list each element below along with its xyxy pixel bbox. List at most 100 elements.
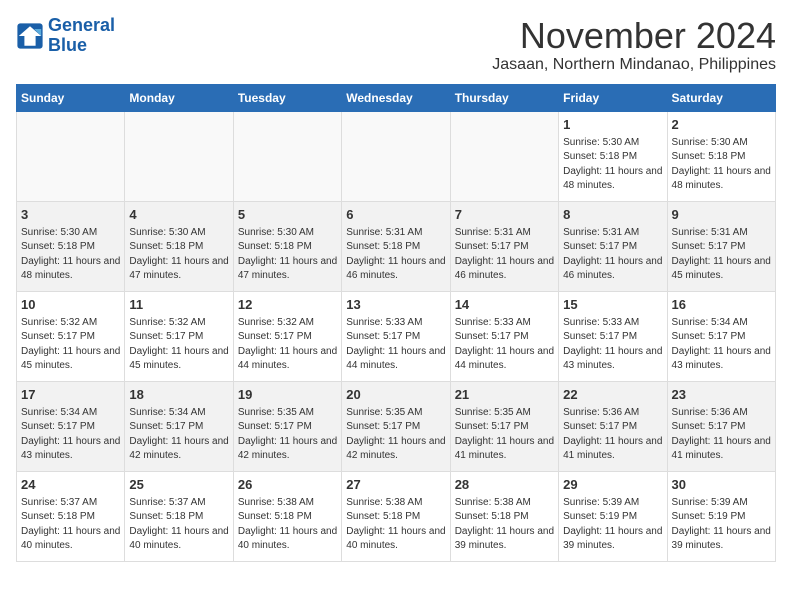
calendar-cell-w2-d1: 4 Sunrise: 5:30 AMSunset: 5:18 PMDaylight… [125, 201, 233, 291]
day-info: Sunrise: 5:30 AMSunset: 5:18 PMDaylight:… [129, 227, 228, 282]
calendar-cell-w1-d3 [342, 111, 450, 201]
calendar-cell-w4-d2: 19 Sunrise: 5:35 AMSunset: 5:17 PMDayligh… [233, 381, 341, 471]
day-info: Sunrise: 5:30 AMSunset: 5:18 PMDaylight:… [21, 227, 120, 282]
calendar-cell-w5-d0: 24 Sunrise: 5:37 AMSunset: 5:18 PMDayligh… [17, 471, 125, 561]
logo-icon [16, 22, 44, 50]
calendar-cell-w5-d2: 26 Sunrise: 5:38 AMSunset: 5:18 PMDayligh… [233, 471, 341, 561]
calendar-cell-w3-d5: 15 Sunrise: 5:33 AMSunset: 5:17 PMDayligh… [559, 291, 667, 381]
day-number: 22 [563, 386, 662, 404]
day-info: Sunrise: 5:33 AMSunset: 5:17 PMDaylight:… [455, 317, 554, 372]
day-number: 16 [672, 296, 771, 314]
day-info: Sunrise: 5:35 AMSunset: 5:17 PMDaylight:… [238, 407, 337, 462]
header-tuesday: Tuesday [233, 84, 341, 111]
calendar-cell-w2-d6: 9Sunrise: 5:31 AMSunset: 5:17 PMDaylight… [667, 201, 775, 291]
day-info: Sunrise: 5:36 AMSunset: 5:17 PMDaylight:… [672, 407, 771, 462]
calendar-cell-w2-d4: 7Sunrise: 5:31 AMSunset: 5:17 PMDaylight… [450, 201, 558, 291]
day-number: 2 [672, 116, 771, 134]
calendar-cell-w3-d4: 14 Sunrise: 5:33 AMSunset: 5:17 PMDayligh… [450, 291, 558, 381]
calendar-cell-w5-d5: 29 Sunrise: 5:39 AMSunset: 5:19 PMDayligh… [559, 471, 667, 561]
calendar-cell-w4-d1: 18 Sunrise: 5:34 AMSunset: 5:17 PMDayligh… [125, 381, 233, 471]
page-header: General Blue November 2024 Jasaan, North… [16, 16, 776, 74]
day-number: 18 [129, 386, 228, 404]
day-info: Sunrise: 5:38 AMSunset: 5:18 PMDaylight:… [455, 497, 554, 552]
day-info: Sunrise: 5:30 AMSunset: 5:18 PMDaylight:… [672, 137, 771, 192]
day-info: Sunrise: 5:38 AMSunset: 5:18 PMDaylight:… [346, 497, 445, 552]
calendar-cell-w4-d0: 17 Sunrise: 5:34 AMSunset: 5:17 PMDayligh… [17, 381, 125, 471]
day-number: 3 [21, 206, 120, 224]
weekday-header-row: Sunday Monday Tuesday Wednesday Thursday… [17, 84, 776, 111]
calendar-cell-w2-d0: 3 Sunrise: 5:30 AMSunset: 5:18 PMDaylight… [17, 201, 125, 291]
day-number: 29 [563, 476, 662, 494]
day-info: Sunrise: 5:39 AMSunset: 5:19 PMDaylight:… [563, 497, 662, 552]
day-number: 23 [672, 386, 771, 404]
calendar-table: Sunday Monday Tuesday Wednesday Thursday… [16, 84, 776, 562]
calendar-cell-w3-d1: 11Sunrise: 5:32 AMSunset: 5:17 PMDayligh… [125, 291, 233, 381]
calendar-cell-w5-d3: 27 Sunrise: 5:38 AMSunset: 5:18 PMDayligh… [342, 471, 450, 561]
logo: General Blue [16, 16, 115, 56]
day-number: 8 [563, 206, 662, 224]
logo-text: General Blue [48, 16, 115, 56]
title-area: November 2024 Jasaan, Northern Mindanao,… [492, 16, 776, 74]
calendar-cell-w2-d2: 5 Sunrise: 5:30 AMSunset: 5:18 PMDaylight… [233, 201, 341, 291]
day-number: 24 [21, 476, 120, 494]
day-number: 10 [21, 296, 120, 314]
day-info: Sunrise: 5:33 AMSunset: 5:17 PMDaylight:… [563, 317, 662, 372]
day-info: Sunrise: 5:30 AMSunset: 5:18 PMDaylight:… [238, 227, 337, 282]
day-number: 17 [21, 386, 120, 404]
calendar-cell-w3-d3: 13Sunrise: 5:33 AMSunset: 5:17 PMDayligh… [342, 291, 450, 381]
day-info: Sunrise: 5:31 AMSunset: 5:18 PMDaylight:… [346, 227, 445, 282]
day-info: Sunrise: 5:37 AMSunset: 5:18 PMDaylight:… [129, 497, 228, 552]
week-row-5: 24 Sunrise: 5:37 AMSunset: 5:18 PMDayligh… [17, 471, 776, 561]
day-number: 21 [455, 386, 554, 404]
day-number: 5 [238, 206, 337, 224]
day-number: 12 [238, 296, 337, 314]
day-number: 11 [129, 296, 228, 314]
calendar-cell-w3-d6: 16 Sunrise: 5:34 AMSunset: 5:17 PMDayligh… [667, 291, 775, 381]
day-number: 26 [238, 476, 337, 494]
day-number: 15 [563, 296, 662, 314]
header-thursday: Thursday [450, 84, 558, 111]
header-sunday: Sunday [17, 84, 125, 111]
day-info: Sunrise: 5:34 AMSunset: 5:17 PMDaylight:… [21, 407, 120, 462]
month-title: November 2024 [492, 16, 776, 56]
calendar-cell-w4-d3: 20 Sunrise: 5:35 AMSunset: 5:17 PMDayligh… [342, 381, 450, 471]
day-info: Sunrise: 5:35 AMSunset: 5:17 PMDaylight:… [346, 407, 445, 462]
day-number: 25 [129, 476, 228, 494]
calendar-cell-w3-d0: 10Sunrise: 5:32 AMSunset: 5:17 PMDayligh… [17, 291, 125, 381]
calendar-cell-w2-d3: 6 Sunrise: 5:31 AMSunset: 5:18 PMDaylight… [342, 201, 450, 291]
day-number: 27 [346, 476, 445, 494]
day-info: Sunrise: 5:37 AMSunset: 5:18 PMDaylight:… [21, 497, 120, 552]
header-wednesday: Wednesday [342, 84, 450, 111]
day-info: Sunrise: 5:39 AMSunset: 5:19 PMDaylight:… [672, 497, 771, 552]
header-saturday: Saturday [667, 84, 775, 111]
day-info: Sunrise: 5:34 AMSunset: 5:17 PMDaylight:… [129, 407, 228, 462]
calendar-cell-w5-d1: 25 Sunrise: 5:37 AMSunset: 5:18 PMDayligh… [125, 471, 233, 561]
calendar-cell-w4-d6: 23 Sunrise: 5:36 AMSunset: 5:17 PMDayligh… [667, 381, 775, 471]
day-number: 4 [129, 206, 228, 224]
calendar-cell-w1-d0 [17, 111, 125, 201]
header-monday: Monday [125, 84, 233, 111]
day-number: 6 [346, 206, 445, 224]
day-info: Sunrise: 5:34 AMSunset: 5:17 PMDaylight:… [672, 317, 771, 372]
day-number: 19 [238, 386, 337, 404]
day-number: 28 [455, 476, 554, 494]
calendar-cell-w2-d5: 8Sunrise: 5:31 AMSunset: 5:17 PMDaylight… [559, 201, 667, 291]
day-info: Sunrise: 5:31 AMSunset: 5:17 PMDaylight:… [455, 227, 554, 282]
day-info: Sunrise: 5:30 AMSunset: 5:18 PMDaylight:… [563, 137, 662, 192]
calendar-cell-w1-d1 [125, 111, 233, 201]
day-number: 30 [672, 476, 771, 494]
day-info: Sunrise: 5:33 AMSunset: 5:17 PMDaylight:… [346, 317, 445, 372]
day-info: Sunrise: 5:35 AMSunset: 5:17 PMDaylight:… [455, 407, 554, 462]
week-row-2: 3 Sunrise: 5:30 AMSunset: 5:18 PMDaylight… [17, 201, 776, 291]
calendar-cell-w1-d4 [450, 111, 558, 201]
day-info: Sunrise: 5:38 AMSunset: 5:18 PMDaylight:… [238, 497, 337, 552]
day-number: 9 [672, 206, 771, 224]
location-subtitle: Jasaan, Northern Mindanao, Philippines [492, 56, 776, 74]
week-row-1: 1Sunrise: 5:30 AMSunset: 5:18 PMDaylight… [17, 111, 776, 201]
day-info: Sunrise: 5:36 AMSunset: 5:17 PMDaylight:… [563, 407, 662, 462]
calendar-cell-w3-d2: 12Sunrise: 5:32 AMSunset: 5:17 PMDayligh… [233, 291, 341, 381]
day-number: 14 [455, 296, 554, 314]
day-number: 20 [346, 386, 445, 404]
week-row-3: 10Sunrise: 5:32 AMSunset: 5:17 PMDayligh… [17, 291, 776, 381]
header-friday: Friday [559, 84, 667, 111]
